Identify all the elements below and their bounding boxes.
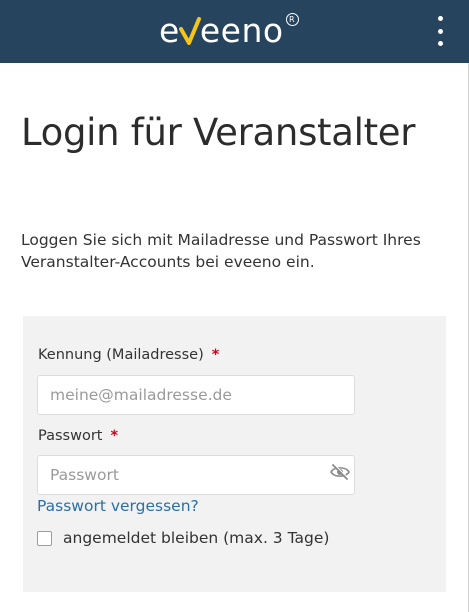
brand-wordmark: eveeno xyxy=(159,11,284,51)
brand-check-mark-icon xyxy=(179,17,201,45)
app-header: eveeno R xyxy=(0,0,469,63)
intro-text: Loggen Sie sich mit Mailadresse und Pass… xyxy=(21,231,421,271)
brand-name: eveeno xyxy=(159,11,284,50)
kebab-dot xyxy=(437,28,443,34)
email-field[interactable] xyxy=(37,375,355,415)
brand-logo[interactable]: eveeno R xyxy=(159,11,299,51)
eye-slash-icon[interactable] xyxy=(330,464,350,480)
kebab-menu-icon[interactable] xyxy=(433,16,447,46)
id-label-text: Kennung (Mailadresse) xyxy=(38,347,204,363)
password-field-label: Passwort * xyxy=(38,428,118,444)
password-label-text: Passwort xyxy=(38,428,103,444)
registered-mark: R xyxy=(285,13,299,26)
stay-logged-in-label: angemeldet bleiben (max. 3 Tage) xyxy=(63,529,330,547)
kebab-dot xyxy=(437,16,443,21)
stay-logged-in-checkbox[interactable] xyxy=(37,530,52,546)
forgot-password-link[interactable]: Passwort vergessen? xyxy=(37,497,199,515)
password-field[interactable] xyxy=(37,455,355,495)
required-mark: * xyxy=(110,428,119,444)
stay-logged-in-row[interactable]: angemeldet bleiben (max. 3 Tage) xyxy=(37,529,329,547)
id-field-label: Kennung (Mailadresse) * xyxy=(38,347,219,363)
required-mark: * xyxy=(211,347,220,363)
kebab-dot xyxy=(437,41,443,46)
page-title: Login für Veranstalter xyxy=(21,111,416,154)
